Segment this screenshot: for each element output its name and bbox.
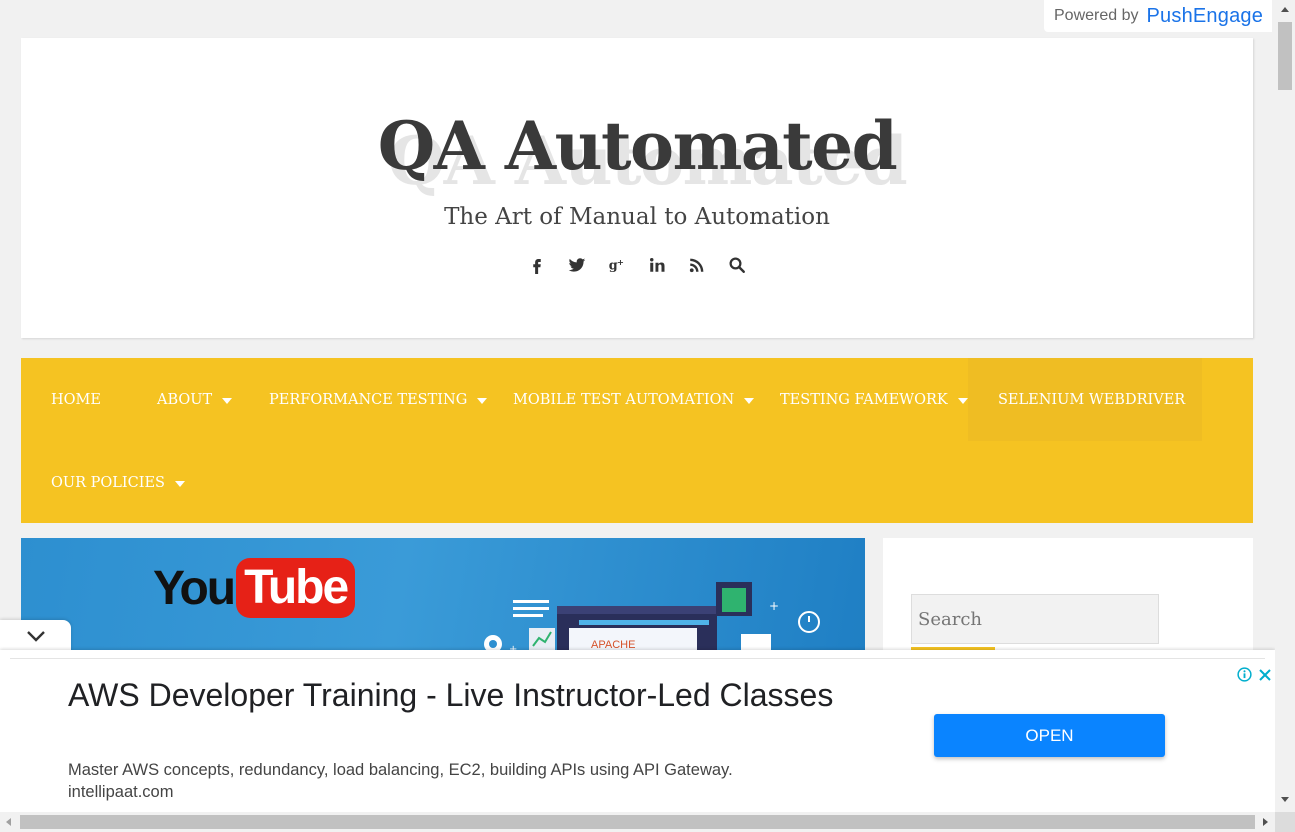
sidebar [883,538,1253,650]
pushengage-brand: PushEngage [1146,4,1264,27]
ad-content[interactable]: AWS Developer Training - Live Instructor… [10,658,1271,813]
caret-down-icon [174,480,185,487]
youtube-logo-tube: Tube [236,558,356,618]
caret-down-icon [222,397,233,404]
twitter-icon[interactable] [566,253,588,277]
powered-by-label: Powered by [1054,7,1139,24]
vertical-scrollbar[interactable] [1275,0,1295,812]
rss-icon[interactable] [686,253,708,277]
nav-item-performance-testing[interactable]: PERFORMANCE TESTING [239,358,517,441]
site-header: QA Automated The Art of Manual to Automa… [21,38,1253,338]
horizontal-scroll-thumb[interactable] [20,815,1255,829]
linkedin-icon[interactable] [646,253,668,277]
scroll-right-arrow-icon[interactable] [1263,818,1268,826]
nav-item-our-policies[interactable]: OUR POLICIES [21,441,215,524]
scroll-up-arrow-icon[interactable] [1281,7,1289,12]
ad-description: Master AWS concepts, redundancy, load ba… [68,761,733,779]
site-description: The Art of Manual to Automation [444,204,830,230]
caret-down-icon [957,397,968,404]
search-input[interactable] [911,594,1159,644]
search-icon[interactable] [726,253,748,277]
social-links: g + [21,253,1253,277]
nav-item-label: SELENIUM WEBDRIVER [998,391,1186,408]
pushengage-badge[interactable]: Powered by PushEngage [1044,0,1272,32]
nav-item-label: MOBILE TEST AUTOMATION [513,391,735,408]
svg-text:+: + [617,257,624,267]
site-title[interactable]: QA Automated [21,106,1253,186]
youtube-logo: You Tube [153,558,356,618]
nav-item-label: TESTING FAMEWORK [780,391,948,408]
horizontal-scrollbar[interactable] [0,812,1275,832]
close-icon[interactable] [1258,668,1272,682]
nav-item-mobile-test-automation[interactable]: MOBILE TEST AUTOMATION [483,358,784,441]
scroll-down-arrow-icon[interactable] [1281,797,1289,802]
apache-label: APACHE [591,639,635,650]
nav-item-label: OUR POLICIES [51,474,165,491]
ad-banner: AWS Developer Training - Live Instructor… [0,650,1275,813]
featured-image[interactable]: You Tube APACHE + + [21,538,865,650]
scroll-left-arrow-icon[interactable] [6,818,11,826]
nav-item-home[interactable]: HOME [21,358,131,441]
ad-choices [1237,667,1272,682]
vertical-scroll-thumb[interactable] [1278,22,1292,90]
ad-collapse-toggle[interactable] [0,620,71,652]
chevron-down-icon [26,631,45,642]
nav-item-label: ABOUT [157,391,213,408]
nav-item-selenium-webdriver[interactable]: SELENIUM WEBDRIVER [968,358,1202,441]
scrollbar-corner [1275,812,1295,832]
nav-item-label: PERFORMANCE TESTING [269,391,468,408]
nav-item-label: HOME [51,391,101,408]
ad-url[interactable]: intellipaat.com [68,783,173,802]
adchoices-info-icon[interactable] [1237,667,1252,682]
youtube-logo-you: You [153,561,236,615]
ad-title[interactable]: AWS Developer Training - Live Instructor… [68,673,848,718]
nav-item-testing-famework[interactable]: TESTING FAMEWORK [750,358,998,441]
facebook-icon[interactable] [526,253,548,277]
google-plus-icon[interactable]: g + [606,253,628,277]
tech-illustration: APACHE + + [484,582,820,650]
svg-text:+: + [769,599,779,613]
ad-open-button[interactable]: OPEN [934,714,1165,757]
main-navigation: HOME ABOUT PERFORMANCE TESTING MOBILE TE… [21,358,1253,523]
